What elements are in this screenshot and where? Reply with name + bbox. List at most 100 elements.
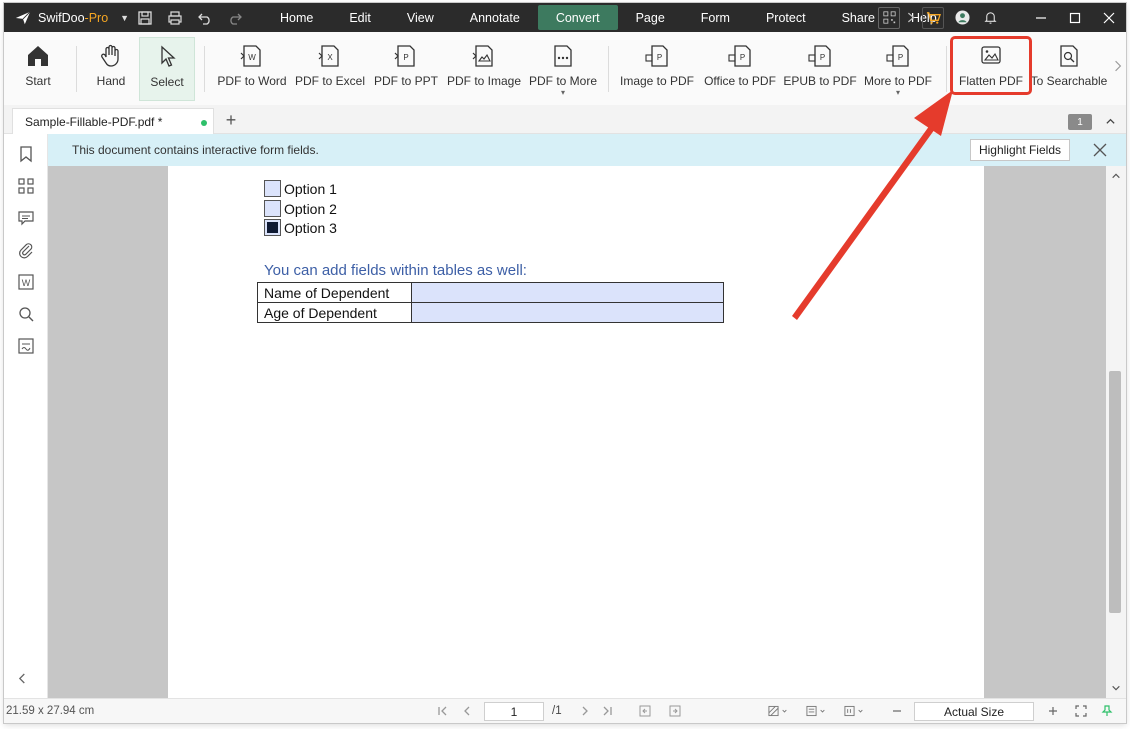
qr-code-button[interactable] (878, 6, 900, 29)
chevron-right-icon[interactable] (904, 3, 918, 32)
zoom-level-field[interactable]: Actual Size (914, 702, 1034, 721)
chevron-down-icon[interactable]: ▼ (120, 13, 129, 23)
menu-edit[interactable]: Edit (331, 5, 389, 30)
notifications-button[interactable] (976, 3, 1004, 32)
select-tool-button[interactable]: Select (139, 37, 195, 101)
office-to-pdf-label: Office to PDF (704, 74, 776, 88)
search-panel-button[interactable] (16, 304, 36, 324)
current-page-input[interactable] (484, 702, 544, 721)
office-to-pdf-button[interactable]: P Office to PDF (702, 37, 778, 101)
ribbon-scroll-right[interactable] (1112, 37, 1124, 101)
highlight-fields-button[interactable]: Highlight Fields (969, 139, 1070, 161)
previous-page-button[interactable] (460, 704, 474, 718)
bookmark-icon (20, 146, 32, 163)
close-icon (1103, 12, 1115, 23)
option-1-checkbox-row[interactable]: Option 1 (264, 180, 337, 197)
bookmark-panel-button[interactable] (16, 144, 36, 164)
menu-home[interactable]: Home (262, 5, 331, 30)
app-logo[interactable]: SwifDoo-Pro ▼ (4, 9, 130, 27)
scrollbar-thumb[interactable] (1109, 371, 1121, 613)
zoom-out-button[interactable] (890, 704, 904, 718)
next-view-button[interactable] (668, 704, 682, 718)
menu-form[interactable]: Form (683, 5, 748, 30)
previous-view-button[interactable] (638, 704, 652, 718)
pdf-to-ppt-button[interactable]: P PDF to PPT (372, 37, 440, 101)
fit-mode-button[interactable] (842, 704, 868, 718)
print-button[interactable] (160, 3, 190, 32)
chevron-down-icon[interactable]: ▾ (896, 89, 900, 97)
cart-button[interactable] (922, 6, 944, 29)
hand-tool-button[interactable]: Hand (88, 37, 134, 101)
pdf-to-word-button[interactable]: W PDF to Word (216, 37, 288, 101)
page-display-mode-button[interactable] (766, 704, 792, 718)
ribbon-separator (204, 46, 205, 92)
to-searchable-button[interactable]: To Searchable (1031, 37, 1107, 101)
close-notification-button[interactable] (1092, 142, 1108, 158)
start-button[interactable]: Start (14, 37, 62, 101)
zoom-in-button[interactable] (1046, 704, 1060, 718)
more-to-pdf-button[interactable]: P More to PDF ▾ (862, 37, 934, 101)
single-page-mode-button[interactable] (804, 704, 830, 718)
scroll-up-button[interactable] (1110, 170, 1122, 182)
word-panel-button[interactable]: W (16, 272, 36, 292)
last-page-button[interactable] (600, 704, 614, 718)
signature-panel-button[interactable] (16, 336, 36, 356)
option-2-checkbox[interactable] (264, 200, 281, 217)
option-1-checkbox[interactable] (264, 180, 281, 197)
undo-button[interactable] (190, 3, 220, 32)
age-of-dependent-field[interactable] (411, 302, 724, 323)
pin-button[interactable] (1100, 704, 1114, 718)
comments-panel-button[interactable] (16, 208, 36, 228)
add-tab-button[interactable]: + (220, 108, 242, 132)
plus-icon (1049, 707, 1057, 715)
redo-button[interactable] (220, 3, 250, 32)
app-window: SwifDoo-Pro ▼ Home Edit View Annotate Co… (4, 3, 1126, 723)
next-page-button[interactable] (578, 704, 592, 718)
chevron-left-icon (18, 673, 25, 684)
epub-to-pdf-button[interactable]: P EPUB to PDF (783, 37, 857, 101)
name-of-dependent-field[interactable] (411, 282, 724, 303)
pdf-to-image-button[interactable]: PDF to Image (444, 37, 524, 101)
save-button[interactable] (130, 3, 160, 32)
pdf-to-more-button[interactable]: PDF to More ▾ (524, 37, 602, 101)
first-page-button[interactable] (436, 704, 450, 718)
option-3-checkbox[interactable] (264, 219, 281, 236)
title-right-controls (878, 3, 1126, 32)
table-row: Name of Dependent (257, 282, 724, 303)
pdf-to-more-icon (554, 45, 572, 67)
menu-convert[interactable]: Convert (537, 5, 618, 30)
fullscreen-button[interactable] (1074, 704, 1088, 718)
pdf-to-more-label: PDF to More (528, 74, 597, 88)
option-3-checkbox-row[interactable]: Option 3 (264, 219, 337, 236)
collapse-sidebar-button[interactable] (18, 672, 27, 688)
attachments-panel-button[interactable] (16, 240, 36, 260)
more-to-pdf-icon: P (886, 45, 909, 67)
close-window-button[interactable] (1092, 3, 1126, 32)
scroll-down-button[interactable] (1110, 682, 1122, 694)
account-button[interactable] (948, 3, 976, 32)
thumbnails-panel-button[interactable] (16, 176, 36, 196)
document-tab[interactable]: Sample-Fillable-PDF.pdf * (12, 108, 214, 134)
select-label: Select (150, 75, 184, 89)
fit-page-icon (844, 705, 863, 717)
document-tab-label: Sample-Fillable-PDF.pdf * (25, 114, 163, 129)
document-tab-bar: Sample-Fillable-PDF.pdf * + 1 (4, 105, 1126, 134)
chevron-down-icon[interactable]: ▾ (561, 89, 565, 97)
ribbon-separator (76, 46, 77, 92)
document-viewport[interactable]: Option 1 Option 2 Option 3 You can add f… (48, 166, 1106, 698)
maximize-button[interactable] (1058, 3, 1092, 32)
menu-protect[interactable]: Protect (748, 5, 824, 30)
menu-annotate[interactable]: Annotate (452, 5, 538, 30)
print-icon (168, 10, 182, 25)
pdf-to-excel-button[interactable]: X PDF to Excel (294, 37, 366, 101)
option-2-checkbox-row[interactable]: Option 2 (264, 200, 337, 217)
single-page-icon (806, 705, 825, 717)
menu-page[interactable]: Page (618, 5, 683, 30)
collapse-ribbon-button[interactable] (1102, 113, 1118, 129)
minimize-button[interactable] (1024, 3, 1058, 32)
menu-view[interactable]: View (389, 5, 452, 30)
pdf-to-excel-icon: X (318, 45, 339, 67)
bell-icon (983, 12, 997, 24)
vertical-scrollbar[interactable] (1106, 166, 1126, 698)
image-to-pdf-button[interactable]: P Image to PDF (618, 37, 696, 101)
